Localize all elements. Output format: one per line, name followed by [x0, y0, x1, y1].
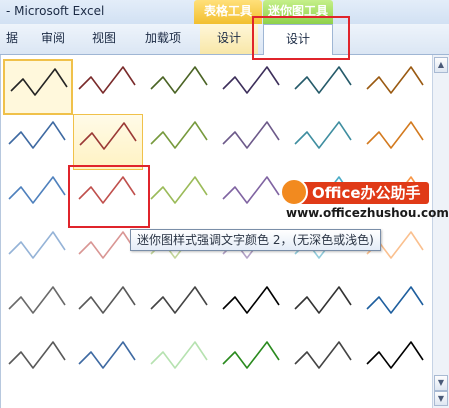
sparkline-style-option[interactable]	[73, 334, 143, 390]
sparkline-style-option[interactable]	[361, 59, 431, 115]
gallery-more-icon[interactable]: ▼	[434, 391, 448, 406]
sparkline-style-option[interactable]	[145, 279, 215, 335]
sparkline-preview-icon	[222, 286, 280, 314]
sparkline-style-option[interactable]	[289, 334, 359, 390]
sparkline-style-option[interactable]	[361, 114, 431, 170]
watermark-logo-icon	[280, 178, 308, 206]
sparkline-style-option[interactable]	[73, 114, 143, 170]
sparkline-style-option[interactable]	[3, 169, 73, 225]
sparkline-style-option[interactable]	[217, 334, 287, 390]
sparkline-style-option[interactable]	[73, 169, 143, 225]
sparkline-style-option[interactable]	[217, 114, 287, 170]
sparkline-preview-icon	[78, 66, 136, 94]
tab-review[interactable]: 审阅	[36, 24, 70, 54]
sparkline-preview-icon	[294, 66, 352, 94]
sparkline-style-option[interactable]	[3, 334, 73, 390]
sparkline-preview-icon	[8, 231, 66, 259]
tab-view[interactable]: 视图	[84, 24, 124, 54]
sparkline-preview-icon	[150, 341, 208, 369]
title-bar: - Microsoft Excel 表格工具 迷你图工具	[0, 0, 449, 24]
sparkline-style-option[interactable]	[361, 279, 431, 335]
sparkline-style-option[interactable]	[3, 279, 73, 335]
watermark-url: www.officezhushou.com	[286, 206, 449, 220]
sparkline-style-option[interactable]	[3, 59, 73, 115]
sparkline-style-option[interactable]	[217, 169, 287, 225]
sparkline-style-option[interactable]	[361, 334, 431, 390]
table-tools-group-label: 表格工具	[194, 0, 262, 24]
sparkline-preview-icon	[366, 66, 424, 94]
sparkline-preview-icon	[366, 121, 424, 149]
sparkline-style-option[interactable]	[217, 279, 287, 335]
sparkline-preview-icon	[294, 341, 352, 369]
sparkline-preview-icon	[78, 286, 136, 314]
sparkline-style-option[interactable]	[145, 169, 215, 225]
ribbon-tab-row: 据 审阅 视图 加载项 设计 设计	[0, 24, 449, 55]
sparkline-preview-icon	[294, 121, 352, 149]
sparkline-preview-icon	[8, 121, 66, 149]
window-title: - Microsoft Excel	[6, 4, 105, 18]
sparkline-preview-icon	[150, 286, 208, 314]
sparkline-preview-icon	[366, 286, 424, 314]
sparkline-preview-icon	[78, 176, 136, 204]
sparkline-style-option[interactable]	[289, 279, 359, 335]
sparkline-style-option[interactable]	[3, 224, 73, 280]
sparkline-preview-icon	[366, 341, 424, 369]
sparkline-preview-icon	[150, 121, 208, 149]
scroll-up-icon[interactable]: ▲	[434, 57, 448, 73]
sparkline-style-option[interactable]	[289, 59, 359, 115]
site-watermark: Office办公助手 www.officezhushou.com	[280, 178, 449, 224]
sparkline-style-option[interactable]	[73, 59, 143, 115]
sparkline-style-option[interactable]	[289, 114, 359, 170]
sparkline-style-option[interactable]	[145, 114, 215, 170]
sparkline-tools-group-label: 迷你图工具	[263, 0, 333, 24]
sparkline-preview-icon	[222, 341, 280, 369]
sparkline-style-option[interactable]	[3, 114, 73, 170]
sparkline-preview-icon	[8, 286, 66, 314]
sparkline-style-option[interactable]	[73, 279, 143, 335]
scroll-down-icon[interactable]: ▼	[434, 375, 448, 391]
sparkline-preview-icon	[10, 68, 68, 96]
sparkline-style-option[interactable]	[145, 334, 215, 390]
sparkline-preview-icon	[294, 286, 352, 314]
sparkline-preview-icon	[150, 66, 208, 94]
style-tooltip: 迷你图样式强调文字颜色 2，(无深色或浅色)	[130, 229, 381, 251]
sparkline-preview-icon	[8, 341, 66, 369]
sparkline-preview-icon	[222, 66, 280, 94]
sparkline-style-option[interactable]	[145, 59, 215, 115]
tab-addins[interactable]: 加载项	[138, 24, 188, 54]
tab-sparkline-design[interactable]: 设计	[263, 24, 333, 55]
sparkline-preview-icon	[79, 122, 137, 150]
tab-data[interactable]: 据	[0, 24, 24, 54]
sparkline-preview-icon	[150, 176, 208, 204]
sparkline-style-option[interactable]	[217, 59, 287, 115]
sparkline-preview-icon	[78, 341, 136, 369]
sparkline-preview-icon	[222, 176, 280, 204]
tab-table-design[interactable]: 设计	[200, 24, 258, 54]
sparkline-preview-icon	[222, 121, 280, 149]
gallery-scrollbar[interactable]: ▲ ▼ ▼	[432, 55, 449, 408]
sparkline-preview-icon	[8, 176, 66, 204]
